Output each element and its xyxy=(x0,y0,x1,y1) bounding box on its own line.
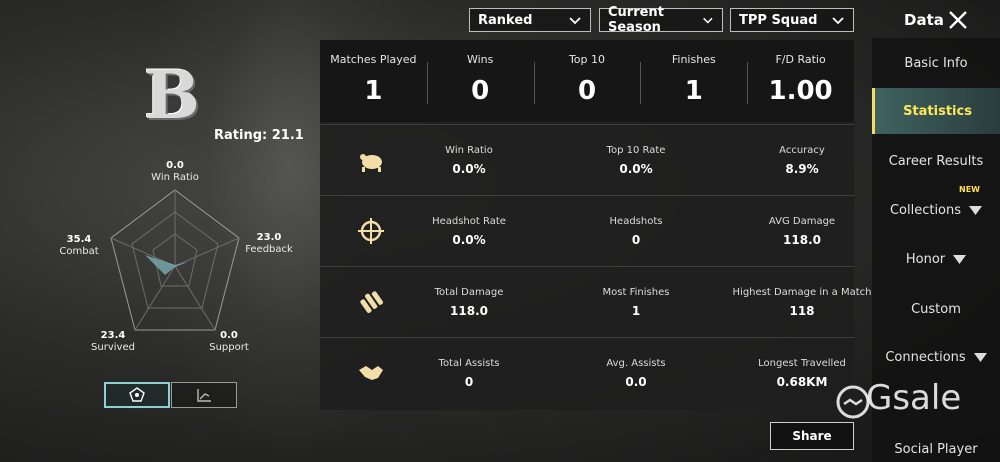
stat-total-damage: Total Damage 118.0 xyxy=(434,286,504,318)
chevron-down-icon xyxy=(703,17,713,24)
stat-avg-damage: AVG Damage 118.0 xyxy=(768,215,836,247)
mode-dropdown-label: Ranked xyxy=(478,12,533,28)
summary-fd-ratio: F/D Ratio 1.00 xyxy=(747,40,854,122)
radar-label-win-ratio: 0.0 Win Ratio xyxy=(151,160,199,183)
caret-down-icon xyxy=(953,254,967,264)
radar-value-shape xyxy=(145,255,188,275)
stat-total-assists: Total Assists 0 xyxy=(438,357,500,389)
nav-social-player[interactable]: Social Player xyxy=(872,426,1000,462)
watermark-logo-icon xyxy=(836,385,870,419)
stat-highest-damage: Highest Damage in a Match 118 xyxy=(732,286,872,318)
radar-chart: 0.0 Win Ratio 23.0 Feedback 0.0 Support 23.… xyxy=(59,150,310,370)
pentagon-icon xyxy=(129,387,145,402)
stat-row-headshots: Headshot Rate 0.0% Headshots 0 AVG Damage 1… xyxy=(320,195,854,265)
watermark: Gsale xyxy=(836,376,976,424)
summary-finishes: Finishes 1 xyxy=(640,40,747,122)
nav-basic-info[interactable]: Basic Info xyxy=(872,40,1000,86)
stat-top10-rate: Top 10 Rate 0.0% xyxy=(606,144,666,176)
statistics-panel: Matches Played 1 Wins 0 Top 10 0 Finishe… xyxy=(320,40,871,410)
radar-label-support: 0.0 Support xyxy=(209,330,249,353)
watermark-text: Gsale xyxy=(866,378,962,418)
summary-bar: Matches Played 1 Wins 0 Top 10 0 Finishe… xyxy=(320,40,854,122)
stat-row-results: Win Ratio 0.0% Top 10 Rate 0.0% Accuracy 8.… xyxy=(320,124,854,194)
grade-letter: B xyxy=(144,56,200,134)
nav-career-results[interactable]: Career Results xyxy=(872,138,1000,184)
caret-down-icon xyxy=(969,205,983,215)
radar-view-tab[interactable] xyxy=(104,382,170,408)
nav-connections[interactable]: Connections xyxy=(872,334,1000,380)
stat-accuracy: Accuracy 8.9% xyxy=(779,144,825,176)
new-badge: NEW xyxy=(959,185,980,194)
caret-down-icon xyxy=(973,352,987,362)
chevron-down-icon xyxy=(569,17,581,25)
nav-honor[interactable]: Honor xyxy=(872,236,1000,282)
radar-label-survived: 23.4 Survived xyxy=(91,330,135,353)
summary-top10: Top 10 0 xyxy=(533,40,641,122)
close-icon[interactable] xyxy=(947,9,969,31)
line-chart-icon xyxy=(197,389,211,402)
page-title: Data xyxy=(904,11,944,29)
chevron-down-icon xyxy=(832,17,844,25)
handshake-icon xyxy=(359,366,383,380)
stat-row-assists: Total Assists 0 Avg. Assists 0.0 Longest T… xyxy=(320,337,854,407)
summary-wins: Wins 0 xyxy=(426,40,534,122)
bullets-icon xyxy=(360,291,383,313)
stat-headshots: Headshots 0 xyxy=(609,215,663,247)
nav-collections[interactable]: NEW Collections xyxy=(872,185,1000,233)
stat-row-damage: Total Damage 118.0 Most Finishes 1 Highest… xyxy=(320,266,871,336)
squad-dropdown-label: TPP Squad xyxy=(739,12,818,28)
stat-headshot-rate: Headshot Rate 0.0% xyxy=(432,215,506,247)
mode-dropdown[interactable]: Ranked xyxy=(469,8,591,32)
stat-avg-assists: Avg. Assists 0.0 xyxy=(606,357,666,389)
radar-label-combat: 35.4 Combat xyxy=(59,234,99,257)
season-dropdown[interactable]: Current Season xyxy=(599,5,723,35)
rating-text: Rating: 21.1 xyxy=(214,128,304,143)
nav-custom[interactable]: Custom xyxy=(872,286,1000,332)
chicken-icon xyxy=(360,154,382,172)
stat-most-finishes: Most Finishes 1 xyxy=(602,286,670,318)
trend-view-tab[interactable] xyxy=(171,382,237,408)
stat-win-ratio: Win Ratio 0.0% xyxy=(445,144,493,176)
crosshair-icon xyxy=(358,218,384,244)
radar-label-feedback: 23.0 Feedback xyxy=(245,232,293,255)
share-button[interactable]: Share xyxy=(770,422,854,450)
summary-matches-played: Matches Played 1 xyxy=(330,53,417,107)
squad-dropdown[interactable]: TPP Squad xyxy=(730,8,854,32)
nav-statistics[interactable]: Statistics xyxy=(872,88,1000,134)
season-dropdown-label: Current Season xyxy=(608,5,664,35)
